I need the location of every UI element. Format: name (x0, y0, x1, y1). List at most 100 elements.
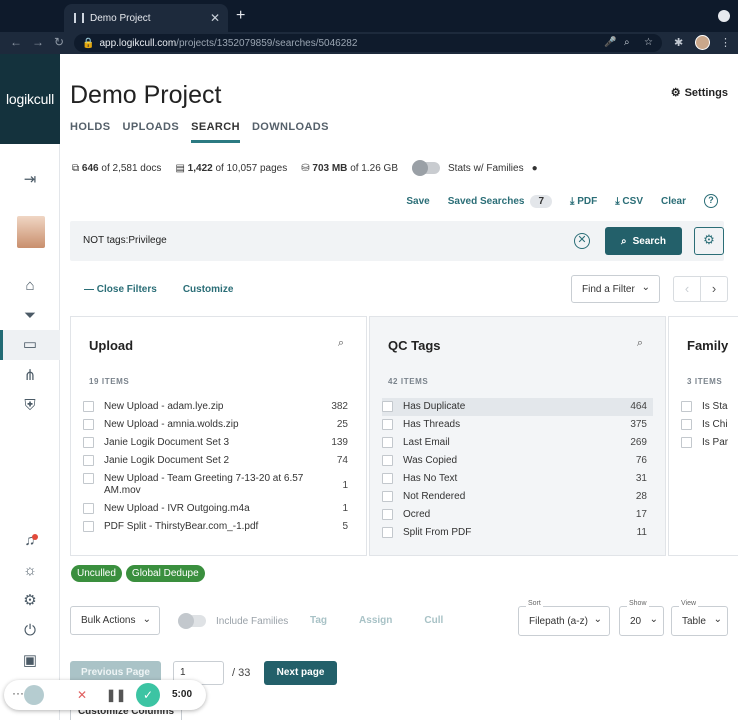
mic-icon[interactable]: 🎤 (604, 37, 616, 48)
view-select[interactable]: Table ⌄ (671, 606, 728, 636)
share-icon[interactable]: ⋔ (20, 366, 40, 386)
list-item[interactable]: Is Par (681, 434, 738, 452)
bookmark-star-icon[interactable]: ☆ (644, 37, 653, 48)
checkbox[interactable] (382, 491, 393, 502)
next-page-button[interactable]: Next page (264, 661, 337, 685)
checkbox[interactable] (83, 455, 94, 466)
find-filter-dropdown[interactable]: Find a Filter ⌄ (571, 275, 660, 303)
browser-menu-icon[interactable] (718, 10, 730, 22)
checkbox[interactable] (83, 419, 94, 430)
advanced-search-gear-icon[interactable]: ⚙ (694, 227, 724, 255)
help-circle-icon[interactable]: ● (532, 163, 538, 174)
list-item[interactable]: Janie Logik Document Set 2 74 (83, 452, 354, 470)
clear-search-icon[interactable]: ✕ (574, 233, 590, 249)
cull-button[interactable]: Cull (424, 615, 443, 626)
close-filters-button[interactable]: — Close Filters (84, 284, 157, 295)
checkbox[interactable] (83, 437, 94, 448)
checkbox[interactable] (83, 473, 94, 484)
cancel-recording-icon[interactable]: ✕ (70, 683, 94, 707)
list-item[interactable]: New Upload - amnia.wolds.zip 25 (83, 416, 354, 434)
list-item[interactable]: New Upload - IVR Outgoing.m4a 1 (83, 500, 354, 518)
filter-prev-icon[interactable]: ‹ (674, 277, 701, 301)
browser-tab[interactable]: Demo Project ✕ (64, 4, 228, 32)
avatar[interactable] (17, 216, 45, 248)
filter-tag-unculled[interactable]: Unculled (71, 565, 122, 582)
tag-button[interactable]: Tag (310, 615, 327, 626)
customize-filters-button[interactable]: Customize (183, 284, 234, 295)
saved-searches-button[interactable]: Saved Searches 7 (448, 194, 553, 208)
list-item[interactable]: Is Chi (681, 416, 738, 434)
search-book-icon[interactable]: ▭ (20, 335, 40, 355)
power-icon[interactable]: ⏻ (20, 621, 40, 641)
checkbox[interactable] (382, 455, 393, 466)
tab-downloads[interactable]: DOWNLOADS (252, 121, 329, 143)
forward-icon[interactable]: → (32, 35, 44, 49)
zoom-icon[interactable]: ⌕ (624, 37, 630, 48)
collapse-icon[interactable]: ⇥ (20, 170, 40, 190)
checkbox[interactable] (681, 437, 692, 448)
checkbox[interactable] (382, 527, 393, 538)
extensions-icon[interactable]: ✱ (674, 36, 683, 49)
list-item[interactable]: PDF Split - ThirstyBear.com_-1.pdf 5 (83, 518, 354, 536)
more-icon[interactable]: ··· (12, 686, 24, 700)
list-item[interactable]: Janie Logik Document Set 3 139 (83, 434, 354, 452)
filter-tag-global-dedupe[interactable]: Global Dedupe (125, 565, 205, 582)
checkbox[interactable] (83, 503, 94, 514)
sun-icon[interactable]: ☼ (20, 561, 40, 581)
checkbox[interactable] (681, 419, 692, 430)
pdf-export-button[interactable]: ⤓ PDF (570, 196, 597, 207)
checkbox[interactable] (681, 401, 692, 412)
list-item[interactable]: New Upload - adam.lye.zip 382 (83, 398, 354, 416)
search-input[interactable]: NOT tags:Privilege ✕ ⌕ Search ⚙ (70, 221, 724, 261)
include-families-toggle[interactable] (178, 613, 206, 629)
gear-icon[interactable]: ⚙ (20, 591, 40, 611)
clear-button[interactable]: Clear (661, 196, 686, 207)
list-item[interactable]: Has Duplicate 464 (382, 398, 653, 416)
checkbox[interactable] (382, 509, 393, 520)
camera-icon[interactable] (24, 685, 44, 705)
tab-uploads[interactable]: UPLOADS (123, 121, 180, 143)
back-icon[interactable]: ← (10, 35, 22, 49)
shield-icon[interactable]: ⛨ (20, 396, 40, 416)
reload-icon[interactable]: ↻ (54, 35, 64, 49)
list-item[interactable]: Not Rendered 28 (382, 488, 653, 506)
search-icon[interactable]: ⌕ (338, 337, 344, 350)
tab-close-icon[interactable]: ✕ (210, 11, 220, 25)
filter-next-icon[interactable]: › (701, 277, 727, 301)
checkbox[interactable] (382, 437, 393, 448)
list-item[interactable]: Was Copied 76 (382, 452, 653, 470)
list-item[interactable]: Has Threads 375 (382, 416, 653, 434)
tab-search[interactable]: SEARCH (191, 121, 240, 143)
pause-icon[interactable]: ❚❚ (104, 683, 128, 707)
bulk-actions-dropdown[interactable]: Bulk Actions ⌄ (70, 606, 160, 635)
list-item[interactable]: New Upload - Team Greeting 7-13-20 at 6.… (83, 470, 354, 500)
list-item[interactable]: Split From PDF 11 (382, 524, 653, 542)
settings-button[interactable]: ⚙ Settings (671, 86, 728, 100)
home-icon[interactable]: ⌂ (20, 276, 40, 296)
finish-recording-check-icon[interactable]: ✓ (136, 683, 160, 707)
browser-profile-avatar[interactable] (695, 35, 710, 50)
list-item[interactable]: Has No Text 31 (382, 470, 653, 488)
browser-kebab-icon[interactable]: ⋮ (720, 36, 731, 49)
checkbox[interactable] (382, 419, 393, 430)
help-icon[interactable]: ? (704, 194, 718, 208)
tab-holds[interactable]: HOLDS (70, 121, 111, 143)
list-item[interactable]: Ocred 17 (382, 506, 653, 524)
search-icon[interactable]: ⌕ (637, 337, 643, 350)
checkbox[interactable] (83, 521, 94, 532)
list-item[interactable]: Last Email 269 (382, 434, 653, 452)
search-button[interactable]: ⌕ Search (605, 227, 682, 255)
logo[interactable]: logikcull (0, 54, 60, 144)
csv-export-button[interactable]: ⤓ CSV (615, 196, 643, 207)
filter-funnel-icon[interactable]: ⏷ (20, 306, 40, 326)
save-button[interactable]: Save (406, 196, 429, 207)
checkbox[interactable] (83, 401, 94, 412)
show-select[interactable]: 20 ⌄ (619, 606, 664, 636)
user-badge-icon[interactable]: ▣ (20, 651, 40, 671)
sort-select[interactable]: Filepath (a-z) ⌄ (518, 606, 610, 636)
assign-button[interactable]: Assign (359, 615, 392, 626)
checkbox[interactable] (382, 473, 393, 484)
checkbox[interactable] (382, 401, 393, 412)
new-tab-icon[interactable]: + (236, 7, 245, 25)
list-item[interactable]: Is Sta (681, 398, 738, 416)
